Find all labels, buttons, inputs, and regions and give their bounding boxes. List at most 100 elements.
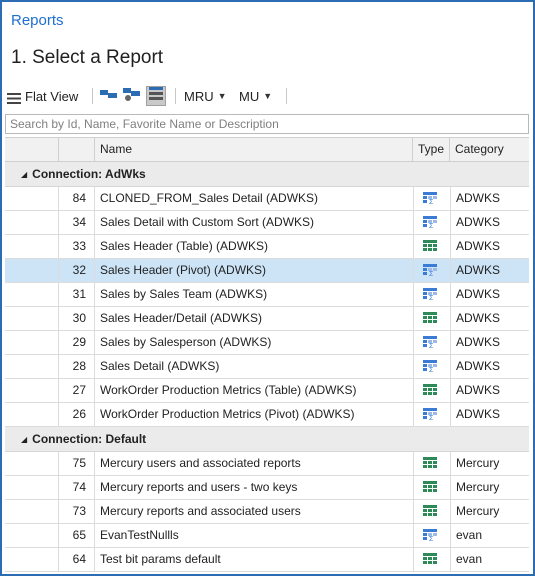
- report-id: 75: [72, 456, 86, 470]
- grid-body: ◢ Connection: AdWks 84 CLONED_FROM_Sales De…: [5, 162, 529, 572]
- toolbar-divider: [175, 88, 176, 104]
- report-category: ADWKS: [456, 215, 501, 229]
- reports-panel: Reports 1. Select a Report Flat View MRU…: [0, 0, 535, 576]
- report-name: EvanTestNullls: [100, 528, 179, 542]
- group-label: Connection: AdWks: [32, 167, 146, 181]
- report-row[interactable]: 73 Mercury reports and associated users Me…: [5, 500, 529, 524]
- table-icon: [423, 553, 437, 565]
- pivot-icon: Σ: [423, 192, 437, 206]
- report-category: Mercury: [456, 480, 500, 494]
- report-row[interactable]: 31 Sales by Sales Team (ADWKS) Σ ADWKS: [5, 283, 529, 307]
- report-name: Sales by Salesperson (ADWKS): [100, 335, 272, 349]
- svg-text:Σ: Σ: [429, 343, 434, 348]
- category-column-header[interactable]: Category: [450, 138, 529, 161]
- report-row[interactable]: 75 Mercury users and associated reports Me…: [5, 452, 529, 476]
- svg-text:Σ: Σ: [429, 295, 434, 300]
- report-category: ADWKS: [456, 287, 501, 301]
- report-name: WorkOrder Production Metrics (Table) (AD…: [100, 383, 357, 397]
- type-group-icon: [149, 86, 163, 106]
- collapse-triangle-icon[interactable]: ◢: [21, 435, 27, 444]
- report-category: ADWKS: [456, 191, 501, 205]
- report-name: Sales by Sales Team (ADWKS): [100, 287, 268, 301]
- group-by-category-button[interactable]: [122, 86, 142, 106]
- report-category: ADWKS: [456, 383, 501, 397]
- report-row[interactable]: 26 WorkOrder Production Metrics (Pivot) (…: [5, 403, 529, 427]
- report-row[interactable]: 74 Mercury reports and users - two keys Me…: [5, 476, 529, 500]
- toolbar-divider: [286, 88, 287, 104]
- search-input[interactable]: [5, 114, 529, 134]
- group-header[interactable]: ◢ Connection: Default: [5, 427, 529, 452]
- group-by-connection-button[interactable]: [100, 86, 118, 106]
- mru-label: MRU: [184, 88, 214, 104]
- report-row[interactable]: 32 Sales Header (Pivot) (ADWKS) Σ ADWKS: [5, 259, 529, 283]
- report-name: Sales Header (Pivot) (ADWKS): [100, 263, 267, 277]
- flat-view-button[interactable]: Flat View: [7, 86, 78, 106]
- chevron-down-icon: ▼: [263, 91, 273, 101]
- pivot-icon: Σ: [423, 288, 437, 302]
- name-column-header[interactable]: Name: [94, 138, 413, 161]
- id-column-header[interactable]: [58, 138, 95, 161]
- report-id: 73: [72, 504, 86, 518]
- report-row[interactable]: 33 Sales Header (Table) (ADWKS) ADWKS: [5, 235, 529, 259]
- table-icon: [423, 312, 437, 324]
- report-id: 29: [72, 335, 86, 349]
- report-id: 74: [72, 480, 86, 494]
- report-row[interactable]: 34 Sales Detail with Custom Sort (ADWKS) Σ…: [5, 211, 529, 235]
- report-name: Test bit params default: [100, 552, 221, 566]
- report-category: ADWKS: [456, 239, 501, 253]
- pivot-icon: Σ: [423, 216, 437, 230]
- expander-column-header: [5, 138, 59, 161]
- report-row[interactable]: 64 Test bit params default evan: [5, 548, 529, 572]
- report-name: Mercury reports and users - two keys: [100, 480, 298, 494]
- report-id: 28: [72, 359, 86, 373]
- group-header[interactable]: ◢ Connection: AdWks: [5, 162, 529, 187]
- table-icon: [423, 457, 437, 469]
- svg-text:Σ: Σ: [429, 199, 434, 204]
- report-name: Sales Header/Detail (ADWKS): [100, 311, 263, 325]
- report-row[interactable]: 30 Sales Header/Detail (ADWKS) ADWKS: [5, 307, 529, 331]
- group-by-type-button[interactable]: [146, 86, 166, 106]
- report-id: 27: [72, 383, 86, 397]
- collapse-triangle-icon[interactable]: ◢: [21, 170, 27, 179]
- pivot-icon: Σ: [423, 336, 437, 350]
- report-row[interactable]: 28 Sales Detail (ADWKS) Σ ADWKS: [5, 355, 529, 379]
- svg-text:Σ: Σ: [429, 415, 434, 420]
- report-name: CLONED_FROM_Sales Detail (ADWKS): [100, 191, 319, 205]
- reports-link[interactable]: Reports: [11, 12, 64, 29]
- report-name: Sales Detail (ADWKS): [100, 359, 220, 373]
- report-name: Sales Header (Table) (ADWKS): [100, 239, 269, 253]
- pivot-icon: Σ: [423, 360, 437, 374]
- toolbar: Flat View MRU ▼ MU ▼: [5, 82, 530, 110]
- report-row[interactable]: 65 EvanTestNullls Σevan: [5, 524, 529, 548]
- flat-view-label: Flat View: [25, 88, 79, 104]
- mu-dropdown[interactable]: MU ▼: [239, 86, 272, 106]
- table-icon: [423, 384, 437, 396]
- svg-text:Σ: Σ: [429, 536, 434, 541]
- report-category: ADWKS: [456, 407, 501, 421]
- mu-label: MU: [239, 88, 260, 104]
- report-category: ADWKS: [456, 263, 501, 277]
- report-name: WorkOrder Production Metrics (Pivot) (AD…: [100, 407, 355, 421]
- list-icon: [7, 91, 21, 104]
- table-icon: [423, 240, 437, 252]
- svg-text:Σ: Σ: [429, 367, 434, 372]
- svg-text:Σ: Σ: [429, 223, 434, 228]
- report-row[interactable]: 27 WorkOrder Production Metrics (Table) (…: [5, 379, 529, 403]
- report-id: 26: [72, 407, 86, 421]
- grid-header: Name Type Category: [5, 137, 529, 162]
- page-title: 1. Select a Report: [11, 47, 164, 68]
- report-row[interactable]: 84 CLONED_FROM_Sales Detail (ADWKS) Σ ADWKS: [5, 187, 529, 211]
- report-id: 31: [72, 287, 86, 301]
- reports-grid: Name Type Category ◢ Connection: AdWks 84 C…: [5, 137, 529, 572]
- group-label: Connection: Default: [32, 432, 147, 446]
- mru-dropdown[interactable]: MRU ▼: [184, 86, 227, 106]
- report-row[interactable]: 29 Sales by Salesperson (ADWKS) Σ ADWKS: [5, 331, 529, 355]
- pivot-icon: Σ: [423, 408, 437, 422]
- report-id: 65: [72, 528, 86, 542]
- report-category: ADWKS: [456, 359, 501, 373]
- toolbar-divider: [92, 88, 93, 104]
- report-name: Mercury users and associated reports: [100, 456, 301, 470]
- type-column-header[interactable]: Type: [413, 138, 450, 161]
- report-id: 84: [72, 191, 86, 205]
- report-id: 33: [72, 239, 86, 253]
